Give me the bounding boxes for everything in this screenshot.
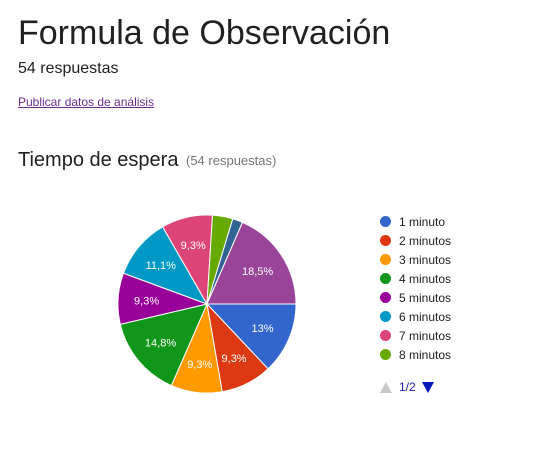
- legend-swatch: [380, 330, 391, 341]
- legend-label: 4 minutos: [399, 271, 452, 286]
- pie-slice-label-6: 11,1%: [146, 260, 177, 272]
- legend-item-4[interactable]: 4 minutos: [380, 269, 451, 288]
- legend-label: 8 minutos: [399, 347, 452, 362]
- legend-item-1[interactable]: 1 minuto: [380, 212, 451, 231]
- response-count: 54 respuestas: [18, 60, 119, 77]
- pie-slice-label-2: 9,3%: [222, 353, 247, 365]
- legend-swatch: [380, 216, 391, 227]
- pie-chart: 13% 9,3% 9,3% 14,8% 9,3% 11,1% 9,3% 18,5%: [117, 214, 297, 394]
- question-response-count: (54 respuestas): [186, 153, 277, 168]
- legend-item-6[interactable]: 6 minutos: [380, 307, 451, 326]
- pie-slice-label-3: 9,3%: [187, 359, 212, 371]
- legend-label: 5 minutos: [399, 290, 452, 305]
- triangle-down-icon[interactable]: [421, 381, 434, 393]
- pie-slice-label-1: 13%: [252, 323, 274, 335]
- legend-item-7[interactable]: 7 minutos: [380, 326, 451, 345]
- legend-item-8[interactable]: 8 minutos: [380, 345, 451, 364]
- question-title: Tiempo de espera: [18, 149, 179, 171]
- pie-slice-label-7: 9,3%: [181, 240, 206, 252]
- legend-swatch: [380, 254, 391, 265]
- legend-swatch: [380, 235, 391, 246]
- legend-swatch: [380, 349, 391, 360]
- publish-analysis-link[interactable]: Publicar datos de análisis: [18, 95, 154, 109]
- pie-slice-label-5: 9,3%: [134, 295, 159, 307]
- legend-item-2[interactable]: 2 minutos: [380, 231, 451, 250]
- legend-label: 3 minutos: [399, 252, 452, 267]
- legend-label: 2 minutos: [399, 233, 452, 248]
- legend-item-3[interactable]: 3 minutos: [380, 250, 451, 269]
- legend-swatch: [380, 273, 391, 284]
- legend-item-5[interactable]: 5 minutos: [380, 288, 451, 307]
- form-title: Formula de Observación: [18, 14, 391, 52]
- legend-pager: 1/2: [380, 380, 434, 394]
- triangle-up-icon[interactable]: [380, 381, 392, 393]
- chart-legend: 1 minuto 2 minutos 3 minutos 4 minutos 5 min…: [380, 212, 451, 364]
- pie-slice-label-4: 14,8%: [145, 338, 176, 350]
- pager-label: 1/2: [399, 380, 416, 394]
- legend-swatch: [380, 292, 391, 303]
- legend-label: 1 minuto: [399, 214, 446, 229]
- legend-label: 6 minutos: [399, 309, 452, 324]
- legend-swatch: [380, 311, 391, 322]
- legend-label: 7 minutos: [399, 328, 452, 343]
- pie-slice-label-10: 18,5%: [242, 266, 273, 278]
